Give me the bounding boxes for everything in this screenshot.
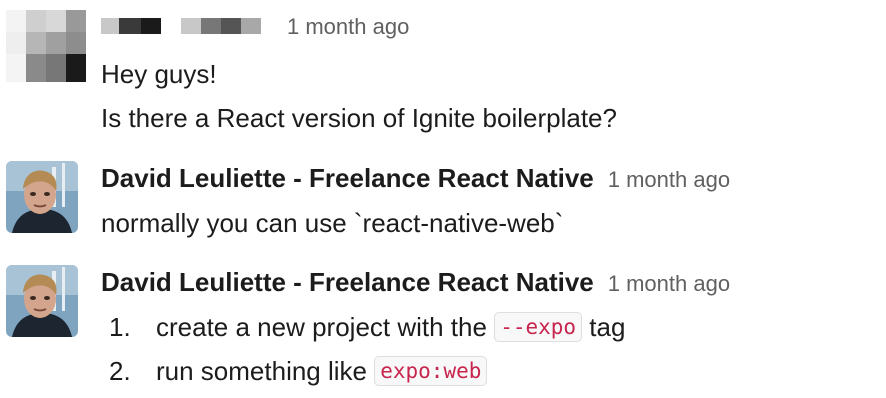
ordered-list: 1. create a new project with the --expo …	[101, 305, 876, 393]
message-timestamp[interactable]: 1 month ago	[608, 271, 730, 297]
list-text: create a new project with the	[156, 312, 487, 342]
inline-code: --expo	[494, 312, 583, 342]
message-timestamp[interactable]: 1 month ago	[608, 167, 730, 193]
message-header: David Leuliette - Freelance React Native…	[101, 267, 876, 297]
user-photo-avatar-icon	[6, 161, 78, 233]
list-item: 2. run something like expo:web	[101, 349, 876, 393]
list-text: run something like	[156, 356, 367, 386]
message-text-line-1: Hey guys!	[101, 59, 217, 89]
user-photo-avatar[interactable]	[6, 161, 78, 233]
message-text-line-2: Is there a React version of Ignite boile…	[101, 103, 617, 133]
message-text: normally you can use `react-native-web`	[101, 208, 564, 238]
pixelated-avatar[interactable]	[6, 10, 86, 82]
list-item: 1. create a new project with the --expo …	[101, 305, 876, 349]
author-name[interactable]: David Leuliette - Freelance React Native	[101, 267, 594, 298]
user-photo-avatar[interactable]	[6, 265, 78, 337]
message-header: David Leuliette - Freelance React Native…	[101, 163, 876, 193]
list-number: 2.	[109, 356, 131, 386]
message-header: 1 month ago	[101, 14, 876, 44]
user-photo-avatar-icon	[6, 265, 78, 337]
inline-code: expo:web	[374, 356, 488, 386]
pixelated-avatar-icon	[6, 10, 86, 82]
list-text: tag	[589, 312, 626, 342]
redacted-author-name[interactable]	[101, 18, 261, 34]
author-name[interactable]: David Leuliette - Freelance React Native	[101, 163, 594, 194]
message-timestamp[interactable]: 1 month ago	[287, 14, 409, 40]
list-number: 1.	[109, 312, 131, 342]
